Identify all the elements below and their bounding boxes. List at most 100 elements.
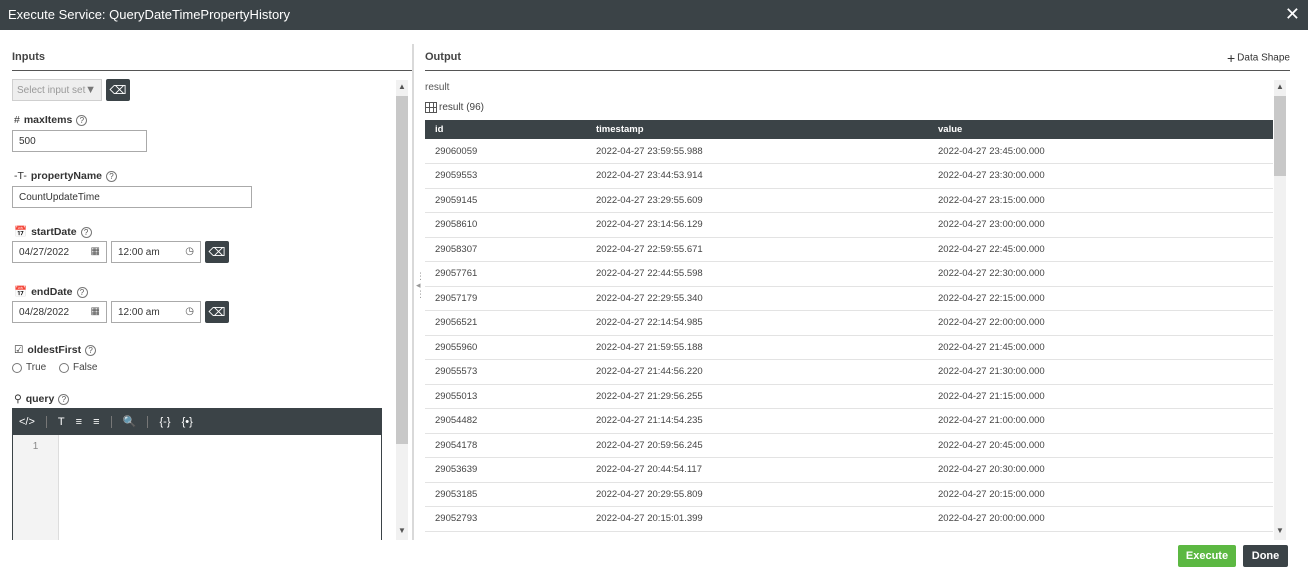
oldestfirst-false-label[interactable]: False: [73, 362, 97, 373]
startdate-date-input[interactable]: 04/27/2022 ▦: [12, 241, 107, 263]
scroll-up-icon[interactable]: ▲: [1276, 82, 1284, 91]
indent-icon[interactable]: ≡: [93, 416, 99, 428]
scrollbar-thumb[interactable]: [1274, 96, 1286, 176]
startdate-time-input[interactable]: 12:00 am ◷: [111, 241, 201, 263]
table-row[interactable]: 29057179 2022-04-27 22:29:55.340 2022-04-2…: [425, 286, 1273, 311]
query-code-editor[interactable]: </> T ≡ ≡ 🔍 {-} {•} 1: [12, 408, 382, 540]
toolbar-separator: [110, 416, 112, 429]
table-row[interactable]: 29053639 2022-04-27 20:44:54.117 2022-04-2…: [425, 457, 1273, 483]
table-cell-id: 29054178: [425, 433, 586, 458]
table-cell-timestamp: 2022-04-27 23:29:55.609: [586, 188, 928, 213]
table-row[interactable]: 29054178 2022-04-27 20:59:56.245 2022-04-2…: [425, 433, 1273, 458]
expand-braces-icon[interactable]: {•}: [182, 416, 193, 428]
clear-input-set-button[interactable]: ⌫: [106, 79, 130, 101]
clock-icon[interactable]: ◷: [185, 306, 194, 317]
table-cell-id: 29058610: [425, 212, 586, 238]
help-icon[interactable]: ?: [76, 115, 88, 126]
table-cell-value: 2022-04-27 22:15:00.000: [928, 286, 1273, 311]
oldestfirst-true-radio[interactable]: [12, 362, 22, 373]
scroll-down-icon[interactable]: ▼: [398, 526, 406, 535]
search-icon[interactable]: 🔍: [123, 416, 137, 428]
table-cell-id: 29055013: [425, 384, 586, 409]
table-cell-timestamp: 2022-04-27 22:14:54.985: [586, 310, 928, 336]
output-divider: [425, 70, 1290, 71]
output-scrollbar[interactable]: ▲ ▼: [1274, 80, 1286, 540]
help-icon[interactable]: ?: [85, 345, 97, 356]
done-button[interactable]: Done: [1243, 545, 1288, 567]
scrollbar-thumb[interactable]: [396, 96, 408, 444]
table-cell-timestamp: 2022-04-27 23:44:53.914: [586, 163, 928, 189]
table-row[interactable]: 29057761 2022-04-27 22:44:55.598 2022-04-2…: [425, 261, 1273, 287]
startdate-time-value: 12:00 am: [118, 247, 160, 258]
data-shape-button[interactable]: + Data Shape: [1227, 50, 1290, 66]
help-icon[interactable]: ?: [80, 227, 92, 238]
help-icon[interactable]: ?: [58, 394, 70, 405]
table-cell-timestamp: 2022-04-27 20:15:01.399: [586, 506, 928, 532]
table-row[interactable]: 29059145 2022-04-27 23:29:55.609 2022-04-2…: [425, 188, 1273, 213]
query-type-icon: ⚲: [14, 393, 22, 405]
inputs-scrollbar[interactable]: ▲ ▼: [396, 80, 408, 540]
maxitems-input[interactable]: 500: [12, 130, 147, 152]
text-size-icon[interactable]: T: [58, 416, 65, 428]
execute-button[interactable]: Execute: [1178, 545, 1236, 567]
table-cell-value: 2022-04-27 21:15:00.000: [928, 384, 1273, 409]
table-row[interactable]: 29058307 2022-04-27 22:59:55.671 2022-04-2…: [425, 237, 1273, 262]
table-row[interactable]: 29054482 2022-04-27 21:14:54.235 2022-04-2…: [425, 408, 1273, 434]
column-header-value[interactable]: value: [928, 120, 1273, 139]
table-row[interactable]: 29055960 2022-04-27 21:59:55.188 2022-04-2…: [425, 335, 1273, 360]
table-cell-timestamp: 2022-04-27 22:44:55.598: [586, 261, 928, 287]
table-header-row: id timestamp value: [425, 120, 1273, 139]
help-icon[interactable]: ?: [106, 171, 118, 182]
align-left-icon[interactable]: ≡: [76, 416, 82, 428]
calendar-icon[interactable]: ▦: [91, 246, 100, 257]
table-row[interactable]: 29056521 2022-04-27 22:14:54.985 2022-04-2…: [425, 310, 1273, 336]
select-input-set-dropdown[interactable]: Select input set ▼: [12, 79, 102, 101]
scroll-down-icon[interactable]: ▼: [1276, 526, 1284, 535]
enddate-date-value: 04/28/2022: [19, 307, 70, 318]
oldestfirst-false-radio[interactable]: [58, 362, 69, 373]
param-name: propertyName: [30, 170, 103, 182]
param-label-query: ⚲ query?: [14, 393, 70, 405]
help-icon[interactable]: ?: [76, 287, 88, 298]
collapse-braces-icon[interactable]: {-}: [159, 416, 170, 428]
line-number: 1: [32, 441, 39, 452]
table-row[interactable]: 29055573 2022-04-27 21:44:56.220 2022-04-2…: [425, 359, 1273, 385]
editor-toolbar: </> T ≡ ≡ 🔍 {-} {•}: [13, 409, 381, 435]
table-cell-id: 29056521: [425, 310, 586, 336]
table-row[interactable]: 29052793 2022-04-27 20:15:01.399 2022-04-2…: [425, 506, 1273, 532]
toolbar-separator: [147, 416, 149, 429]
table-cell-value: 2022-04-27 20:15:00.000: [928, 482, 1273, 507]
enddate-time-input[interactable]: 12:00 am ◷: [111, 301, 201, 323]
result-count-label: result (96): [439, 102, 485, 114]
scroll-up-icon[interactable]: ▲: [398, 82, 406, 91]
oldestfirst-radio-group: True False: [12, 362, 107, 373]
enddate-date-input[interactable]: 04/28/2022 ▦: [12, 301, 107, 323]
table-row[interactable]: 29058610 2022-04-27 23:14:56.129 2022-04-2…: [425, 212, 1273, 238]
clear-enddate-button[interactable]: ⌫: [205, 301, 229, 323]
select-input-set-placeholder: Select input set: [17, 85, 86, 96]
code-view-icon[interactable]: </>: [19, 416, 35, 428]
clear-startdate-button[interactable]: ⌫: [205, 241, 229, 263]
table-cell-id: 29058307: [425, 237, 586, 262]
table-row[interactable]: 29053185 2022-04-27 20:29:55.809 2022-04-2…: [425, 482, 1273, 507]
table-cell-timestamp: 2022-04-27 20:29:55.809: [586, 482, 928, 507]
table-row[interactable]: 29059553 2022-04-27 23:44:53.914 2022-04-2…: [425, 163, 1273, 189]
calendar-icon[interactable]: ▦: [91, 306, 100, 317]
table-row[interactable]: 29060059 2022-04-27 23:59:55.988 2022-04-2…: [425, 139, 1273, 164]
propertyname-value: CountUpdateTime: [19, 192, 100, 203]
table-cell-id: 29055960: [425, 335, 586, 360]
table-cell-timestamp: 2022-04-27 20:44:54.117: [586, 457, 928, 483]
column-header-id[interactable]: id: [425, 120, 586, 139]
table-row[interactable]: 29055013 2022-04-27 21:29:56.255 2022-04-2…: [425, 384, 1273, 409]
table-cell-id: 29060059: [425, 139, 586, 164]
clock-icon[interactable]: ◷: [185, 246, 194, 257]
pane-divider[interactable]: [412, 44, 414, 540]
output-pane: Output + Data Shape result result (96) id…: [420, 30, 1308, 540]
data-shape-label: Data Shape: [1237, 52, 1290, 64]
close-icon[interactable]: ✕: [1285, 4, 1300, 25]
column-header-timestamp[interactable]: timestamp: [586, 120, 928, 139]
oldestfirst-true-label[interactable]: True: [26, 362, 46, 373]
propertyname-input[interactable]: CountUpdateTime: [12, 186, 252, 208]
table-cell-value: 2022-04-27 22:00:00.000: [928, 310, 1273, 336]
maxitems-value: 500: [19, 136, 36, 147]
